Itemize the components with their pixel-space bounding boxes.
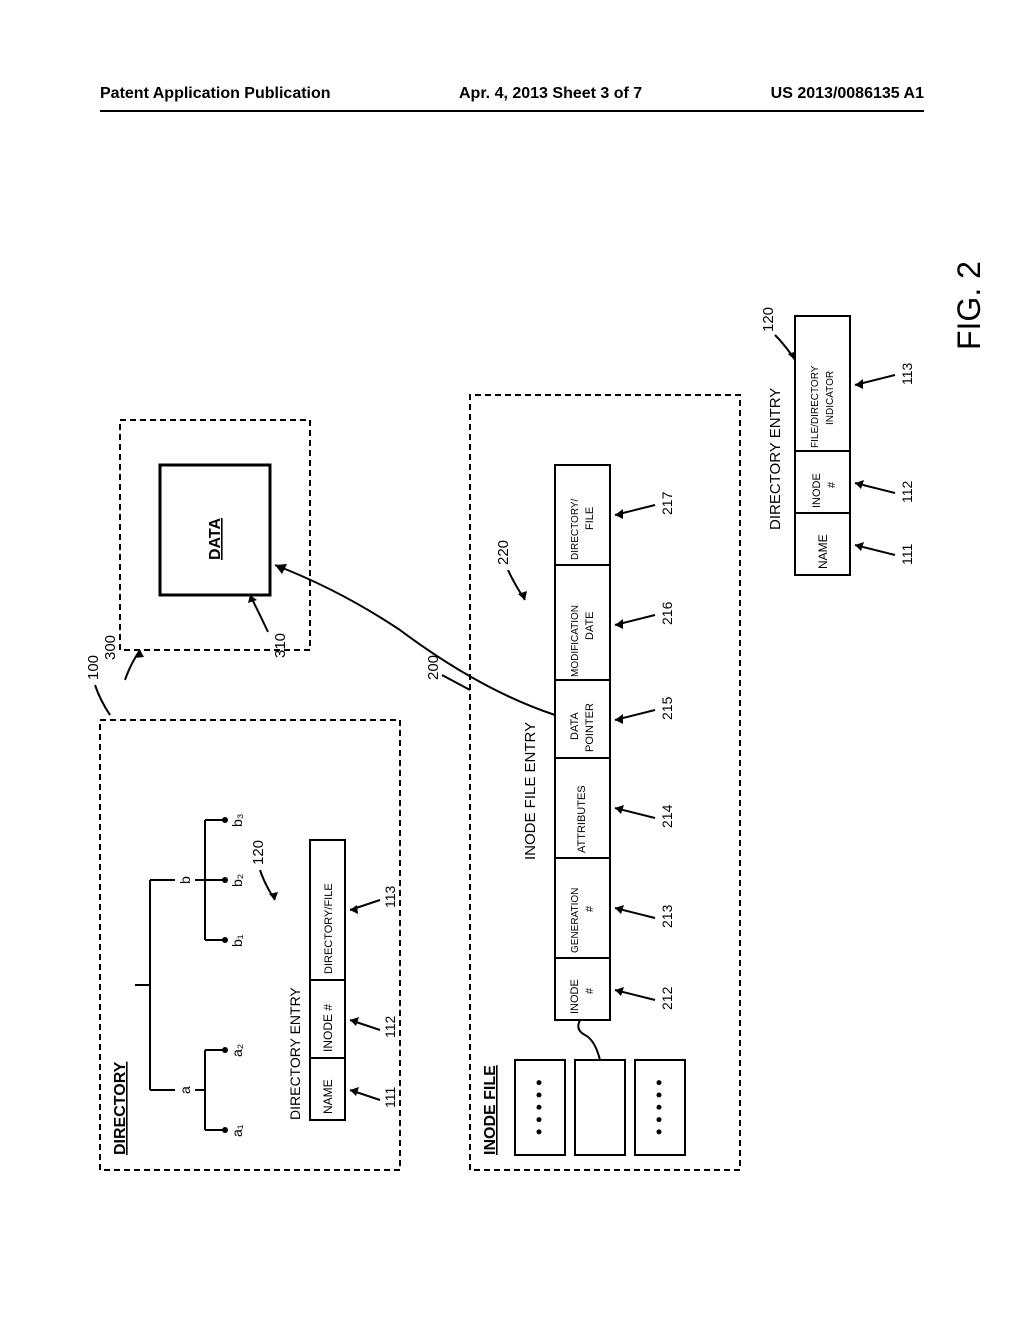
svg-text:INDICATOR: INDICATOR bbox=[825, 371, 836, 425]
dots-1: ••••• bbox=[529, 1073, 549, 1135]
svg-text:#: # bbox=[584, 905, 596, 912]
node-a1: a₁ bbox=[229, 1124, 245, 1137]
node-a2: a₂ bbox=[229, 1044, 245, 1057]
dots-2: ••••• bbox=[649, 1073, 669, 1135]
ref-212: 212 bbox=[659, 986, 675, 1010]
ref-120: 120 bbox=[250, 840, 267, 865]
svg-text:DATE: DATE bbox=[584, 611, 596, 640]
ref-113-2: 113 bbox=[899, 362, 915, 385]
svg-text:NAME: NAME bbox=[816, 534, 830, 569]
inode-entry-label: INODE FILE ENTRY bbox=[522, 722, 539, 860]
ref-111: 111 bbox=[382, 1087, 398, 1108]
svg-text:INODE: INODE bbox=[569, 979, 581, 1014]
node-b: b bbox=[177, 876, 193, 884]
node-b1: b₁ bbox=[229, 934, 245, 947]
ref-113: 113 bbox=[382, 885, 398, 908]
svg-text:FILE/DIRECTORY: FILE/DIRECTORY bbox=[810, 365, 821, 448]
data-title: DATA bbox=[207, 517, 224, 560]
diagram-svg: DIRECTORY a b a₁ a₂ b₁ b₂ b₃ 100 DIRECTO… bbox=[90, 190, 910, 1190]
svg-text:POINTER: POINTER bbox=[584, 703, 596, 752]
svg-text:#: # bbox=[584, 987, 596, 994]
header-divider bbox=[100, 110, 924, 112]
ref-100: 100 bbox=[85, 655, 102, 680]
svg-text:ATTRIBUTES: ATTRIBUTES bbox=[576, 785, 588, 853]
ref-112-2: 112 bbox=[899, 480, 915, 503]
ref-220: 220 bbox=[495, 540, 512, 565]
svg-text:GENERATION: GENERATION bbox=[570, 888, 581, 953]
de-name: NAME bbox=[321, 1079, 335, 1114]
header-right: US 2013/0086135 A1 bbox=[771, 85, 924, 103]
header-left: Patent Application Publication bbox=[100, 85, 331, 103]
dir-entry-label: DIRECTORY ENTRY bbox=[287, 987, 303, 1120]
svg-text:DIRECTORY/: DIRECTORY/ bbox=[570, 498, 581, 560]
svg-text:INODE: INODE bbox=[811, 473, 823, 508]
de-inode: INODE # bbox=[321, 1004, 335, 1052]
directory-title: DIRECTORY bbox=[112, 1061, 129, 1155]
node-a: a bbox=[177, 1086, 193, 1094]
dir-entry-label-2: DIRECTORY ENTRY bbox=[767, 388, 784, 530]
header-center: Apr. 4, 2013 Sheet 3 of 7 bbox=[459, 85, 642, 103]
svg-text:FILE: FILE bbox=[584, 507, 596, 530]
ref-215: 215 bbox=[659, 696, 675, 720]
ref-216: 216 bbox=[659, 601, 675, 625]
ref-213: 213 bbox=[659, 904, 675, 928]
fig-label: FIG. 2 bbox=[951, 261, 987, 350]
ref-111-2: 111 bbox=[899, 544, 915, 565]
ref-120-2: 120 bbox=[760, 307, 777, 332]
de-dirfile: DIRECTORY/FILE bbox=[323, 883, 335, 974]
ref-310: 310 bbox=[272, 633, 289, 658]
ref-300: 300 bbox=[102, 635, 119, 660]
ref-217: 217 bbox=[659, 491, 675, 515]
svg-text:MODIFICATION: MODIFICATION bbox=[570, 605, 581, 677]
node-b2: b₂ bbox=[229, 874, 245, 887]
svg-text:DATA: DATA bbox=[569, 712, 581, 740]
ref-112: 112 bbox=[382, 1015, 398, 1038]
node-b3: b₃ bbox=[229, 814, 245, 828]
svg-text:#: # bbox=[826, 481, 838, 488]
ref-214: 214 bbox=[659, 804, 675, 828]
inode-file-title: INODE FILE bbox=[482, 1065, 499, 1155]
